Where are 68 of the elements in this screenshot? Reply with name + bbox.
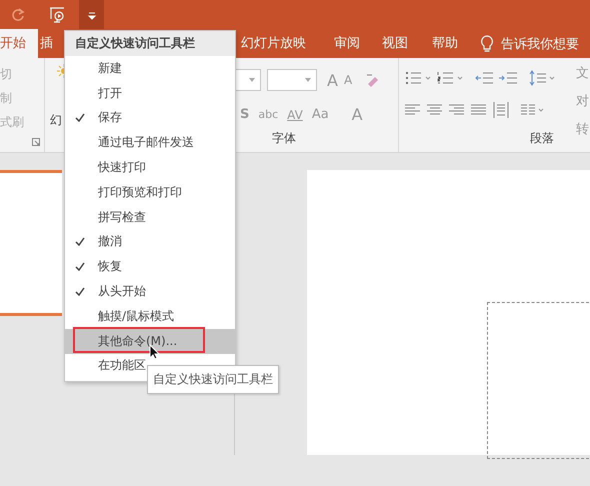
dialog-launcher-icon[interactable] [32,138,40,146]
ribbon-tab[interactable]: 审阅 [326,29,368,58]
menu-item[interactable]: 拼写检查 [65,204,235,230]
menu-item[interactable]: 通过电子邮件发送 [65,130,235,156]
menu-item[interactable]: 打印预览和打印 [65,180,235,205]
menu-item-label: 保存 [98,109,122,126]
shadow-button[interactable]: S [240,107,250,122]
ribbon-tab[interactable]: 视图 [374,29,416,58]
eraser-icon[interactable] [364,72,380,88]
align-left-icon[interactable] [405,104,421,116]
group-label: 段落 [530,130,554,147]
text-command[interactable]: 对 [576,92,589,110]
lightbulb-icon [480,34,494,52]
change-case-button[interactable]: Aa [312,107,329,122]
caret-icon [305,78,311,82]
menu-item-label: 恢复 [98,258,122,276]
menu-item[interactable]: 快速打印 [65,155,235,180]
numbering-icon[interactable] [437,71,463,85]
text-command[interactable]: 转 [576,120,589,138]
menu-item-label: 从头开始 [98,283,146,300]
menu-item-label: 撤消 [98,233,122,250]
menu-item[interactable]: 触摸/鼠标模式 [65,304,235,329]
menu-header: 自定义快速访问工具栏 [65,31,235,56]
menu-item-label: 拼写检查 [98,208,146,226]
group-label: 字体 [272,130,296,147]
menu-item-label: 打开 [98,84,122,102]
font-size-field[interactable] [267,69,317,91]
ribbon-label: 幻 [50,112,62,129]
line-spacing-icon[interactable] [529,70,555,86]
decrease-indent-icon[interactable] [475,71,493,85]
menu-item-label: 其他命令(M)... [98,332,178,350]
spacing-button[interactable]: AV [287,108,303,122]
customize-toolbar-button[interactable] [79,0,104,29]
slide-thumbnail[interactable] [0,170,62,316]
distribute-icon[interactable] [493,102,509,118]
menu-item-label: 快速打印 [98,159,146,176]
menu-item[interactable]: 保存 [65,106,235,130]
bullets-icon[interactable] [405,71,431,85]
menu-item[interactable]: 新建 [65,56,235,81]
menu-item-label: 新建 [98,60,122,77]
menu-item-label: 触摸/鼠标模式 [98,308,174,325]
align-right-icon[interactable] [449,104,465,116]
caret-icon [86,10,96,20]
align-center-icon[interactable] [427,104,443,116]
text-command[interactable]: 文 [576,64,589,82]
tell-me-field[interactable]: 告诉我你想要 [501,34,579,52]
ribbon-tab[interactable]: 帮助 [424,29,466,58]
ribbon-tab[interactable]: 插 [38,29,55,58]
tooltip: 自定义快速访问工具栏 [147,365,279,394]
ribbon-tab[interactable]: 幻灯片放映 [233,29,314,58]
shrink-font-button[interactable]: A [344,73,352,87]
menu-item[interactable]: 打开 [65,80,235,106]
redo-icon[interactable] [10,6,26,22]
menu-item[interactable]: 撤消 [65,230,235,254]
strikethrough-button[interactable]: abc [258,108,278,121]
grow-font-button[interactable]: A [327,70,338,90]
caret-icon [249,78,255,82]
justify-icon[interactable] [471,104,487,116]
menu-item[interactable]: 其他命令(M)... [65,328,235,354]
menu-item-label: 打印预览和打印 [98,184,182,201]
menu-item[interactable]: 恢复 [65,254,235,280]
font-color-button[interactable]: A [352,105,363,124]
columns-icon[interactable] [521,104,545,116]
menu-item[interactable]: 从头开始 [65,279,235,304]
menu-item-label: 通过电子邮件发送 [98,134,194,152]
ribbon-tab[interactable]: 开始 [0,29,38,58]
increase-indent-icon[interactable] [499,71,517,85]
slideshow-icon[interactable] [48,6,66,24]
